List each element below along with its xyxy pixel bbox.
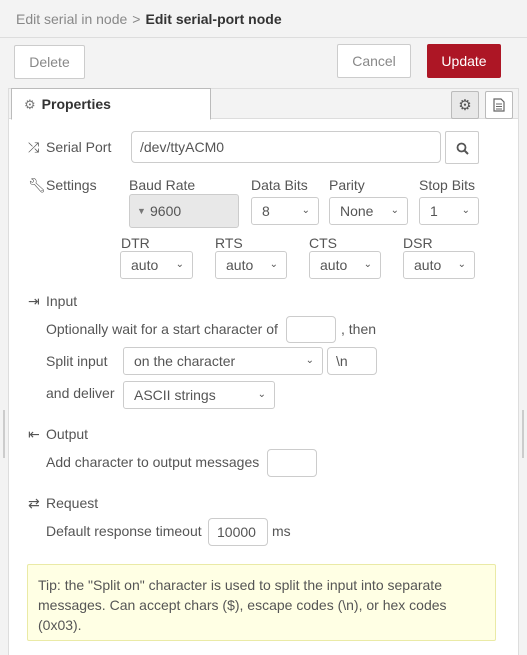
data-bits-label: Data Bits bbox=[251, 177, 308, 193]
baud-rate-value: 9600 bbox=[150, 203, 182, 219]
chevron-down-icon: ⌄ bbox=[457, 259, 466, 270]
output-section-title: ⇤ Output bbox=[28, 426, 88, 443]
delete-button[interactable]: Delete bbox=[14, 45, 85, 79]
cts-value: auto bbox=[320, 257, 348, 273]
tray-header: Edit serial in node > Edit serial-port nod… bbox=[0, 0, 527, 38]
search-icon bbox=[456, 142, 469, 155]
chevron-down-icon: ⌄ bbox=[257, 389, 266, 400]
shuffle-icon: ⤮ bbox=[28, 139, 40, 155]
chevron-down-icon: ⌄ bbox=[175, 259, 184, 270]
description-tab-button[interactable] bbox=[485, 91, 513, 119]
stop-bits-select[interactable]: 1 ⌄ bbox=[419, 197, 479, 225]
dtr-label: DTR bbox=[121, 235, 150, 251]
settings-label-row: 🔧︎Settings bbox=[28, 177, 97, 194]
resize-handle-left[interactable] bbox=[3, 410, 5, 458]
dtr-select[interactable]: auto ⌄ bbox=[120, 251, 193, 279]
add-char-input[interactable] bbox=[267, 449, 317, 477]
chevron-down-icon: ⌄ bbox=[363, 259, 372, 270]
stop-bits-label: Stop Bits bbox=[419, 177, 476, 193]
cts-select[interactable]: auto ⌄ bbox=[309, 251, 381, 279]
breadcrumb-parent[interactable]: Edit serial in node bbox=[16, 11, 127, 27]
sign-out-icon: ⇤ bbox=[28, 426, 40, 442]
sign-in-icon: ⇥ bbox=[28, 293, 40, 309]
baud-rate-select[interactable]: ▼ 9600 bbox=[129, 194, 239, 228]
chevron-down-icon: ⌄ bbox=[269, 259, 278, 270]
gear-icon: ⚙ bbox=[24, 97, 36, 112]
breadcrumb: Edit serial in node > Edit serial-port nod… bbox=[16, 11, 282, 27]
timeout-label: Default response timeout bbox=[46, 523, 202, 539]
request-section-title: ⇄ Request bbox=[28, 495, 98, 512]
parity-label: Parity bbox=[329, 177, 365, 193]
file-text-icon bbox=[493, 98, 505, 112]
exchange-icon: ⇄ bbox=[28, 495, 40, 511]
deliver-label: and deliver bbox=[46, 385, 115, 401]
parity-value: None bbox=[340, 203, 374, 219]
cancel-button[interactable]: Cancel bbox=[337, 44, 411, 78]
chevron-down-icon: ⌄ bbox=[461, 205, 470, 216]
data-bits-value: 8 bbox=[262, 203, 270, 219]
timeout-input[interactable] bbox=[208, 518, 268, 546]
wait-start-label: Optionally wait for a start character of bbox=[46, 321, 278, 337]
split-input-label: Split input bbox=[46, 353, 108, 369]
serial-port-input[interactable] bbox=[131, 131, 441, 163]
serial-port-label-row: ⤮ Serial Port bbox=[28, 139, 111, 156]
output-label: Output bbox=[46, 426, 89, 442]
stop-bits-value: 1 bbox=[430, 203, 438, 219]
input-label: Input bbox=[46, 293, 78, 309]
input-section-title: ⇥ Input bbox=[28, 293, 77, 310]
rts-label: RTS bbox=[215, 235, 243, 251]
deliver-value: ASCII strings bbox=[134, 387, 216, 403]
data-bits-select[interactable]: 8 ⌄ bbox=[251, 197, 319, 225]
settings-tab-button[interactable]: ⚙ bbox=[451, 91, 479, 119]
dsr-select[interactable]: auto ⌄ bbox=[403, 251, 475, 279]
search-port-button[interactable] bbox=[445, 131, 479, 164]
tab-properties[interactable]: ⚙ Properties bbox=[11, 88, 211, 120]
chevron-down-icon: ⌄ bbox=[305, 355, 314, 366]
dtr-value: auto bbox=[131, 257, 159, 273]
chevron-down-icon: ⌄ bbox=[301, 205, 310, 216]
baud-rate-label: Baud Rate bbox=[129, 177, 196, 193]
split-mode-value: on the character bbox=[134, 353, 236, 369]
resize-handle-right[interactable] bbox=[522, 410, 524, 458]
gear-icon: ⚙ bbox=[458, 97, 472, 114]
deliver-select[interactable]: ASCII strings ⌄ bbox=[123, 381, 275, 409]
start-char-input[interactable] bbox=[286, 316, 336, 343]
request-label: Request bbox=[46, 495, 99, 511]
rts-select[interactable]: auto ⌄ bbox=[215, 251, 287, 279]
cts-label: CTS bbox=[309, 235, 337, 251]
add-char-label: Add character to output messages bbox=[46, 454, 260, 470]
breadcrumb-separator: > bbox=[132, 11, 141, 27]
dsr-value: auto bbox=[414, 257, 442, 273]
then-label: , then bbox=[341, 321, 377, 337]
split-mode-select[interactable]: on the character ⌄ bbox=[123, 347, 323, 375]
breadcrumb-current: Edit serial-port node bbox=[145, 11, 282, 27]
tip-box: Tip: the "Split on" character is used to… bbox=[27, 564, 496, 641]
chevron-down-icon: ⌄ bbox=[390, 205, 399, 216]
serial-port-label: Serial Port bbox=[46, 139, 112, 155]
wrench-icon: 🔧︎ bbox=[28, 177, 46, 193]
caret-down-icon: ▼ bbox=[137, 206, 146, 216]
parity-select[interactable]: None ⌄ bbox=[329, 197, 408, 225]
split-char-input[interactable] bbox=[327, 347, 377, 375]
rts-value: auto bbox=[226, 257, 254, 273]
update-button[interactable]: Update bbox=[427, 44, 501, 78]
tab-properties-label: Properties bbox=[41, 96, 111, 112]
settings-label: Settings bbox=[46, 177, 97, 193]
timeout-unit: ms bbox=[272, 523, 291, 539]
dsr-label: DSR bbox=[403, 235, 433, 251]
